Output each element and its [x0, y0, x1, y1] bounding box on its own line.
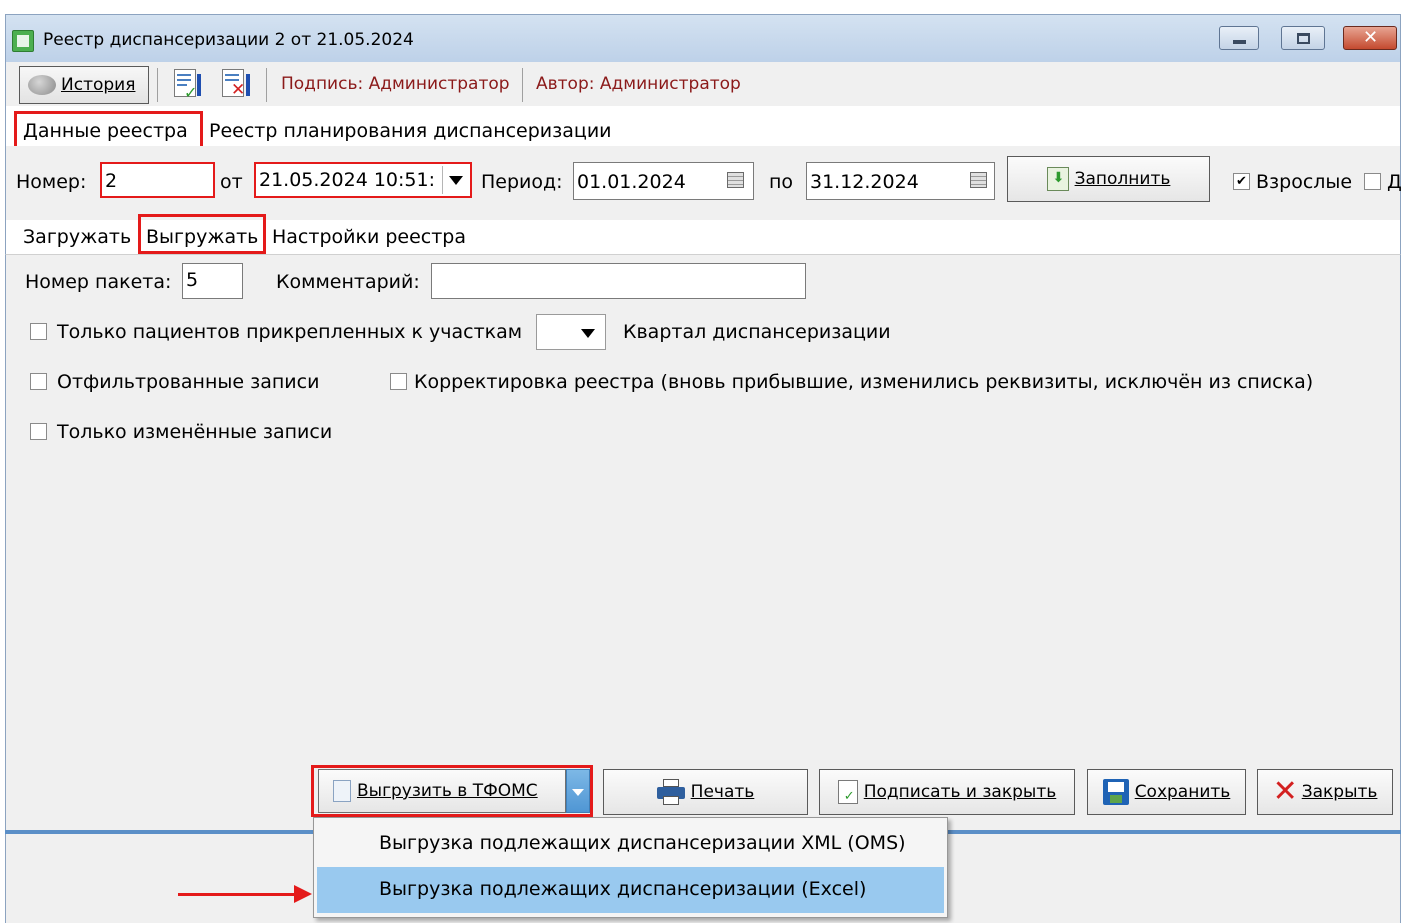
print-label: Печать [690, 782, 755, 802]
filtered-label: Отфильтрованные записи [57, 371, 320, 393]
quarter-label: Квартал диспансеризации [623, 321, 891, 343]
district-select[interactable] [536, 314, 606, 350]
minimize-icon [1233, 40, 1246, 44]
history-icon [28, 75, 56, 95]
fill-label: Заполнить [1074, 169, 1171, 189]
only-changed-checkbox[interactable] [30, 423, 47, 440]
chevron-down-icon [449, 176, 463, 185]
toolbar-separator [157, 68, 158, 102]
menu-item-export-xml-label: Выгрузка подлежащих диспансеризации XML … [379, 832, 906, 854]
number-input-value: 2 [105, 170, 118, 192]
children-label: Д [1387, 171, 1402, 193]
history-label: История [61, 75, 136, 95]
pointer-arrow [178, 893, 296, 896]
menu-item-export-xml[interactable]: Выгрузка подлежащих диспансеризации XML … [317, 822, 944, 866]
sign-document-icon[interactable]: ✓ [172, 68, 202, 102]
author-info-text: Автор: Администратор [536, 74, 741, 94]
printer-icon [656, 779, 685, 805]
period-to-value: 31.12.2024 [810, 171, 919, 193]
period-to-input[interactable]: 31.12.2024 [806, 162, 995, 200]
tab-registry-settings[interactable]: Настройки реестра [272, 226, 466, 248]
children-checkbox[interactable] [1364, 173, 1381, 190]
number-input[interactable]: 2 [100, 162, 215, 198]
author-info-label: Автор: Администратор [536, 74, 741, 94]
app-icon [12, 30, 34, 52]
sign-close-button[interactable]: ✓ Подписать и закрыть [819, 769, 1075, 815]
fill-button[interactable]: ⬇ Заполнить [1007, 156, 1210, 202]
filtered-checkbox[interactable] [30, 373, 47, 390]
comment-input[interactable] [431, 263, 806, 299]
sign-close-label: Подписать и закрыть [863, 782, 1057, 802]
correction-label: Корректировка реестра (вновь прибывшие, … [414, 371, 1314, 393]
history-button[interactable]: История [19, 66, 149, 104]
toolbar-separator [266, 68, 267, 102]
calendar-icon[interactable] [970, 172, 987, 188]
tab-planning-registry[interactable]: Реестр планирования диспансеризации [209, 120, 612, 142]
comment-label: Комментарий: [276, 271, 420, 293]
menu-item-export-excel[interactable]: Выгрузка подлежащих диспансеризации (Exc… [317, 867, 944, 913]
chevron-down-icon [581, 329, 595, 338]
unsign-document-icon[interactable]: ✕ [218, 68, 252, 100]
sign-document-icon: ✓ [837, 780, 858, 804]
packet-input[interactable]: 5 [182, 263, 243, 299]
pointer-arrowhead [294, 885, 312, 903]
only-attached-label: Только пациентов прикрепленных к участка… [57, 321, 523, 343]
close-window-button[interactable]: ✕ [1343, 26, 1397, 50]
only-changed-label: Только изменённые записи [57, 421, 333, 443]
menu-item-export-excel-label: Выгрузка подлежащих диспансеризации (Exc… [379, 878, 867, 900]
only-attached-checkbox[interactable] [30, 323, 47, 340]
maximize-button[interactable] [1281, 26, 1325, 50]
adults-label: Взрослые [1256, 171, 1353, 193]
period-label: Период: [481, 171, 563, 193]
toolbar-separator [522, 68, 523, 102]
packet-input-value: 5 [186, 269, 199, 291]
to-label: по [769, 171, 794, 193]
sign-info-label: Подпись: Администратор [281, 74, 510, 94]
print-button[interactable]: Печать [603, 769, 808, 815]
date-input-value: 21.05.2024 10:51: [259, 169, 435, 191]
from-label: от [220, 171, 243, 193]
date-input[interactable]: 21.05.2024 10:51: [254, 162, 472, 198]
period-from-value: 01.01.2024 [577, 171, 686, 193]
tab-load[interactable]: Загружать [23, 226, 131, 248]
fill-icon: ⬇ [1046, 167, 1069, 191]
correction-checkbox[interactable] [390, 373, 407, 390]
maximize-icon [1297, 33, 1310, 44]
calendar-icon[interactable] [727, 172, 744, 188]
close-button[interactable]: ✕ Закрыть [1257, 769, 1393, 815]
close-icon: ✕ [1363, 27, 1379, 48]
minimize-button[interactable] [1219, 26, 1259, 50]
close-label: Закрыть [1301, 782, 1378, 802]
packet-label: Номер пакета: [25, 271, 172, 293]
sign-info-text: Подпись: Администратор [281, 74, 510, 94]
tab-export-highlight [138, 214, 266, 254]
date-dropdown-button[interactable] [442, 166, 468, 194]
window-title: Реестр диспансеризации 2 от 21.05.2024 [43, 30, 414, 50]
save-button[interactable]: Сохранить [1087, 769, 1246, 815]
save-label: Сохранить [1134, 782, 1231, 802]
close-icon: ✕ [1272, 774, 1298, 809]
save-icon [1102, 779, 1129, 805]
export-button-highlight [311, 765, 593, 817]
number-label: Номер: [16, 171, 87, 193]
adults-checkbox[interactable]: ✔ [1233, 173, 1250, 190]
